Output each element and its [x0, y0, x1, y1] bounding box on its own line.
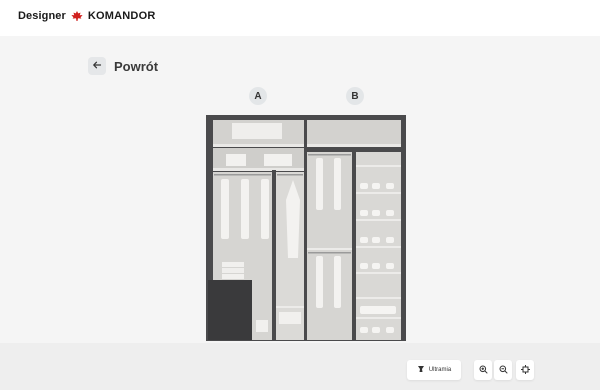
zoom-out-icon: [499, 361, 508, 379]
zoom-in-icon: [479, 361, 488, 379]
frame-icon: [417, 365, 425, 375]
wardrobe-preview[interactable]: [0, 0, 600, 390]
wardrobe-frame: [206, 115, 406, 341]
frame-label: Ultramia: [428, 367, 452, 373]
frame-button[interactable]: Ultramia: [407, 360, 461, 380]
zoom-in-button[interactable]: [474, 360, 492, 380]
fit-view-button[interactable]: [516, 360, 534, 380]
zoom-out-button[interactable]: [494, 360, 512, 380]
fit-view-icon: [520, 361, 530, 379]
